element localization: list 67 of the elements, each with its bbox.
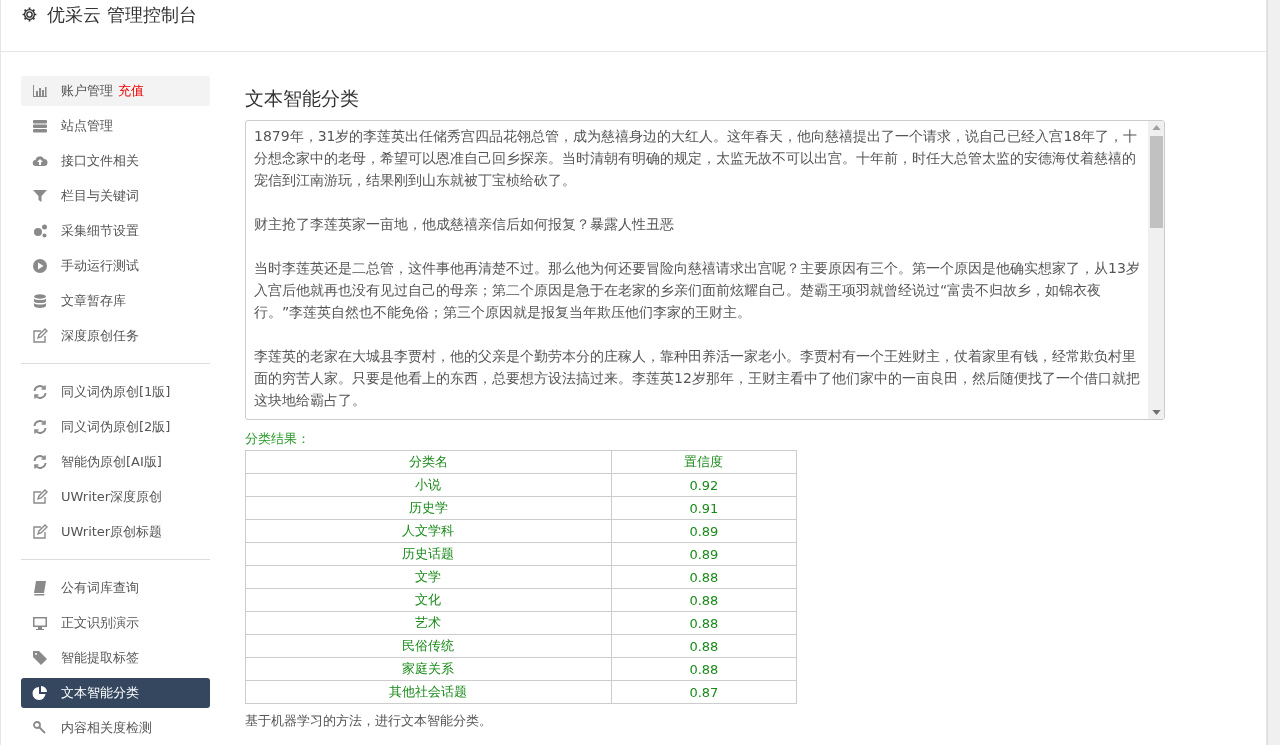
cloud-icon (32, 153, 48, 169)
db-icon (32, 293, 48, 309)
table-cell: 0.92 (611, 473, 797, 497)
edit-icon (32, 328, 48, 344)
column-header: 分类名 (245, 450, 612, 474)
sidebar-item[interactable]: 智能提取标签 (21, 643, 210, 673)
sidebar-item[interactable]: UWriter深度原创 (21, 482, 210, 512)
sidebar-item[interactable]: 深度原创任务 (21, 321, 210, 351)
text-area[interactable]: 1879年，31岁的李莲英出任储秀宫四品花翎总管，成为慈禧身边的大红人。这年春天，他向慈禧提出了一个请求，说自己已经入宫18年了，十分想念家中的老母，希望可以恩准自己回乡探亲。当时清朝有明确的规定，太监无故不可以出宫。十年前，时任大总管太监的安德海仗着慈禧的宠信到江南游玩，结果刚到山东就被丁宝桢给砍了。 财主抢了李莲英家一亩地，他成慈禧亲信后如何报复？暴露人性丑恶 当时李莲英还是二总管，这件事他再清楚不过。那么他为何还要冒险向慈禧请求出宫呢？主要原因有三个。第一个原因是他确实想家了，从13岁入宫后他就再也没有见过自己的母亲；第二个原因是急于在老家的乡亲们面前炫耀自己。楚霸王项羽就曾经说过“富贵不归故乡，如锦衣夜行。”李莲英自然也不能免俗；第三个原因就是报复当年欺压他们李家的王财主。 李莲英的老家在大城县李贾村，他的父亲是个勤劳本分的庄稼人，靠种田养活一家老小。李贾村有一个王姓财主，仗着家里有钱，经常欺负村里面的穷苦人家。只要是他看上的东西，总要想方设法搞过来。李莲英12岁那年，王财主看中了他们家中的一亩良田，然后随便找了一个借口就把这块地给霸占了。 (245, 120, 1165, 420)
sidebar-item[interactable]: 账户管理 充值 (21, 76, 210, 106)
table-cell: 其他社会话题 (245, 680, 612, 704)
table-cell: 小说 (245, 473, 612, 497)
scroll-down-icon[interactable] (1151, 410, 1161, 415)
sidebar-item[interactable]: 内容相关度检测 (21, 713, 210, 743)
table-cell: 历史话题 (245, 542, 612, 566)
table-cell: 0.88 (611, 634, 797, 658)
table-cell: 0.88 (611, 657, 797, 681)
sidebar-item[interactable]: 栏目与关键词 (21, 181, 210, 211)
table-cell: 0.88 (611, 611, 797, 635)
table-cell: 艺术 (245, 611, 612, 635)
book-icon (32, 580, 48, 596)
sidebar-item[interactable]: 正文识别演示 (21, 608, 210, 638)
edit-icon (32, 489, 48, 505)
sidebar-item[interactable]: 公有词库查询 (21, 573, 210, 603)
table-cell: 0.89 (611, 542, 797, 566)
result-label: 分类结果： (245, 430, 311, 448)
table-cell: 0.88 (611, 565, 797, 589)
table-cell: 0.87 (611, 680, 797, 704)
table-cell: 家庭关系 (245, 657, 612, 681)
sidebar-item[interactable]: 同义词伪原创[1版] (21, 377, 210, 407)
recharge-link[interactable]: 充值 (118, 82, 144, 100)
sidebar-item[interactable]: 接口文件相关 (21, 146, 210, 176)
table-cell: 0.88 (611, 588, 797, 612)
server-icon (32, 118, 48, 134)
bars-icon (32, 83, 48, 99)
sync-icon (32, 384, 48, 400)
sidebar-item[interactable]: 文章暂存库 (21, 286, 210, 316)
footnote: 基于机器学习的方法，进行文本智能分类。 (245, 712, 493, 730)
scroll-up-icon[interactable] (1151, 125, 1161, 130)
sync-icon (32, 419, 48, 435)
sidebar-item[interactable]: 站点管理 (21, 111, 210, 141)
sync-icon (32, 454, 48, 470)
sidebar-item[interactable]: 采集细节设置 (21, 216, 210, 246)
table-cell: 0.89 (611, 519, 797, 543)
settings-icon (21, 6, 38, 23)
page-title: 文本智能分类 (245, 86, 360, 110)
console-title: 优采云 管理控制台 (47, 4, 197, 26)
table-cell: 民俗传统 (245, 634, 612, 658)
filter-icon (32, 188, 48, 204)
column-header: 置信度 (611, 450, 797, 474)
play-icon (32, 258, 48, 274)
sidebar-item[interactable]: 同义词伪原创[2版] (21, 412, 210, 442)
page-scrollbar[interactable] (1267, 0, 1280, 745)
table-cell: 历史学 (245, 496, 612, 520)
table-cell: 0.91 (611, 496, 797, 520)
table-cell: 文学 (245, 565, 612, 589)
tag-icon (32, 650, 48, 666)
scrollbar[interactable] (1148, 121, 1164, 419)
table-cell: 人文学科 (245, 519, 612, 543)
monitor-icon (32, 615, 48, 631)
edit-icon (32, 524, 48, 540)
sidebar-item[interactable]: 手动运行测试 (21, 251, 210, 281)
sidebar-item[interactable]: 文本智能分类 (21, 678, 210, 708)
sidebar-item[interactable]: 智能伪原创[AI版] (21, 447, 210, 477)
sidebar-item[interactable]: UWriter原创标题 (21, 517, 210, 547)
table-cell: 文化 (245, 588, 612, 612)
pie-icon (32, 685, 48, 701)
